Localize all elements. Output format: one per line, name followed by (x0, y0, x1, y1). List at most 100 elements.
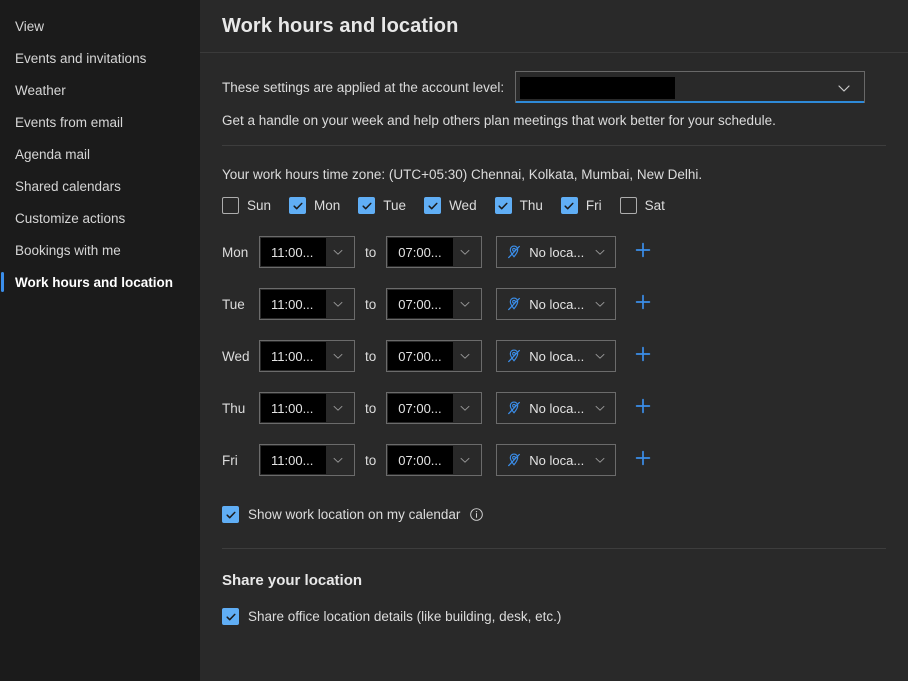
end-time-value: 07:00... (387, 245, 441, 260)
sidebar-item-customize-actions[interactable]: Customize actions (0, 202, 200, 234)
sidebar-item-label: Weather (15, 83, 66, 98)
sidebar-item-weather[interactable]: Weather (0, 74, 200, 106)
add-work-hours-button[interactable] (633, 450, 653, 470)
plus-icon (634, 449, 652, 472)
settings-window: View Events and invitations Weather Even… (0, 0, 908, 681)
start-time-select[interactable]: 11:00... (259, 392, 355, 424)
location-select[interactable]: No loca... (496, 392, 616, 424)
chevron-down-icon (331, 297, 345, 311)
start-time-value: 11:00... (260, 453, 313, 468)
location-select[interactable]: No loca... (496, 340, 616, 372)
sidebar-item-view[interactable]: View (0, 10, 200, 42)
schedule-row-wed: Wed 11:00... to 07:00... (222, 330, 886, 382)
day-checkbox-wed[interactable]: Wed (424, 197, 477, 214)
location-off-icon (506, 348, 522, 364)
chevron-down-icon (331, 401, 345, 415)
checkbox-icon[interactable] (222, 197, 239, 214)
start-time-value: 11:00... (260, 245, 313, 260)
day-label: Tue (383, 198, 406, 213)
checkbox-icon[interactable] (222, 506, 239, 523)
sidebar-item-bookings-with-me[interactable]: Bookings with me (0, 234, 200, 266)
schedule-day-label: Wed (222, 349, 259, 364)
chevron-down-icon (593, 453, 607, 467)
day-checkbox-tue[interactable]: Tue (358, 197, 406, 214)
checkbox-icon[interactable] (620, 197, 637, 214)
day-checkbox-sat[interactable]: Sat (620, 197, 665, 214)
checkbox-icon[interactable] (495, 197, 512, 214)
start-time-value: 11:00... (260, 297, 313, 312)
account-select[interactable] (515, 71, 865, 103)
share-office-location-label: Share office location details (like buil… (248, 609, 561, 624)
sidebar-item-shared-calendars[interactable]: Shared calendars (0, 170, 200, 202)
schedule-hint-text: Get a handle on your week and help other… (222, 113, 886, 145)
add-work-hours-button[interactable] (633, 294, 653, 314)
account-value-redacted (520, 77, 675, 99)
sidebar-item-agenda-mail[interactable]: Agenda mail (0, 138, 200, 170)
start-time-value: 11:00... (260, 401, 313, 416)
end-time-select[interactable]: 07:00... (386, 288, 482, 320)
location-value: No loca... (529, 453, 584, 468)
sidebar-item-label: Shared calendars (15, 179, 121, 194)
schedule-day-label: Tue (222, 297, 259, 312)
start-time-select[interactable]: 11:00... (259, 288, 355, 320)
panel-body: These settings are applied at the accoun… (200, 53, 908, 681)
location-off-icon (506, 400, 522, 416)
end-time-select[interactable]: 07:00... (386, 392, 482, 424)
sidebar-item-label: Work hours and location (15, 275, 173, 290)
sidebar-item-events-from-email[interactable]: Events from email (0, 106, 200, 138)
add-work-hours-button[interactable] (633, 398, 653, 418)
checkbox-icon[interactable] (424, 197, 441, 214)
start-time-select[interactable]: 11:00... (259, 236, 355, 268)
sidebar-item-label: Events from email (15, 115, 123, 130)
to-label: to (365, 297, 376, 312)
plus-icon (634, 345, 652, 368)
chevron-down-icon (458, 453, 472, 467)
chevron-down-icon (331, 453, 345, 467)
location-select[interactable]: No loca... (496, 236, 616, 268)
sidebar-item-work-hours-and-location[interactable]: Work hours and location (0, 266, 200, 298)
add-work-hours-button[interactable] (633, 346, 653, 366)
share-office-location-row[interactable]: Share office location details (like buil… (222, 608, 886, 625)
location-off-icon (506, 452, 522, 468)
chevron-down-icon (458, 349, 472, 363)
sidebar-item-label: Bookings with me (15, 243, 121, 258)
end-time-select[interactable]: 07:00... (386, 340, 482, 372)
end-time-select[interactable]: 07:00... (386, 444, 482, 476)
checkbox-icon[interactable] (358, 197, 375, 214)
show-work-location-row[interactable]: Show work location on my calendar (222, 486, 886, 548)
day-checkbox-sun[interactable]: Sun (222, 197, 271, 214)
plus-icon (634, 293, 652, 316)
end-time-select[interactable]: 07:00... (386, 236, 482, 268)
day-checkbox-mon[interactable]: Mon (289, 197, 340, 214)
checkbox-icon[interactable] (222, 608, 239, 625)
end-time-value: 07:00... (387, 349, 441, 364)
location-value: No loca... (529, 245, 584, 260)
add-work-hours-button[interactable] (633, 242, 653, 262)
settings-main-panel: Work hours and location These settings a… (200, 0, 908, 681)
location-off-icon (506, 244, 522, 260)
end-time-value: 07:00... (387, 401, 441, 416)
start-time-select[interactable]: 11:00... (259, 340, 355, 372)
sidebar-item-events-and-invitations[interactable]: Events and invitations (0, 42, 200, 74)
plus-icon (634, 241, 652, 264)
checkbox-icon[interactable] (561, 197, 578, 214)
location-value: No loca... (529, 401, 584, 416)
chevron-down-icon (593, 297, 607, 311)
checkbox-icon[interactable] (289, 197, 306, 214)
panel-header: Work hours and location (200, 0, 908, 53)
schedule-row-fri: Fri 11:00... to 07:00... (222, 434, 886, 486)
schedule-row-tue: Tue 11:00... to 07:00... (222, 278, 886, 330)
chevron-down-icon (593, 401, 607, 415)
info-circle-icon[interactable] (469, 507, 484, 522)
start-time-select[interactable]: 11:00... (259, 444, 355, 476)
day-checkbox-fri[interactable]: Fri (561, 197, 602, 214)
schedule-row-mon: Mon 11:00... to 07:00... (222, 226, 886, 278)
location-select[interactable]: No loca... (496, 288, 616, 320)
location-select[interactable]: No loca... (496, 444, 616, 476)
chevron-down-icon (458, 297, 472, 311)
page-title: Work hours and location (222, 15, 458, 38)
end-time-value: 07:00... (387, 297, 441, 312)
location-value: No loca... (529, 297, 584, 312)
day-checkbox-thu[interactable]: Thu (495, 197, 543, 214)
sidebar-item-label: View (15, 19, 44, 34)
